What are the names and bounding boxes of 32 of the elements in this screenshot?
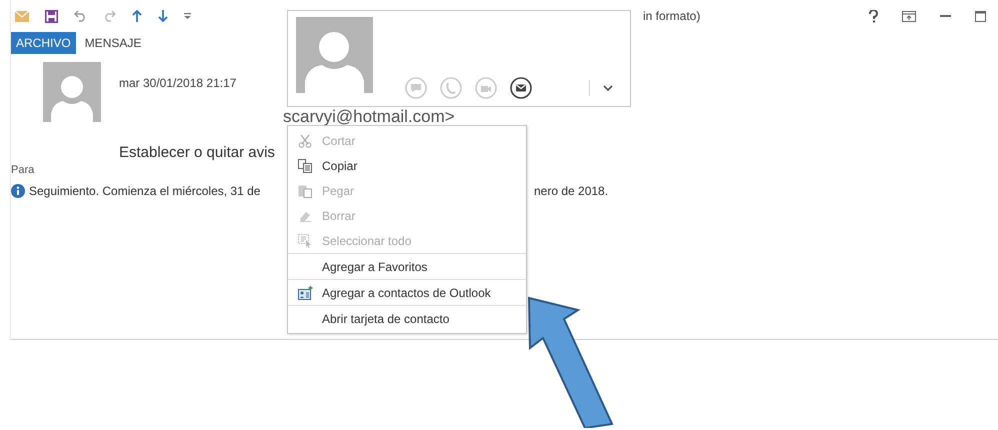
save-icon[interactable] (45, 10, 58, 22)
select-all-icon (298, 234, 312, 248)
add-contact-icon (298, 286, 312, 300)
copy-icon (298, 158, 312, 172)
chevron-down-icon[interactable] (603, 85, 613, 91)
sender-address[interactable]: scarvyi@hotmail.com> (283, 109, 455, 124)
to-label: Para (11, 164, 34, 176)
clipboard-icon (298, 184, 312, 198)
up-arrow-icon[interactable] (132, 10, 142, 22)
scissors-icon (298, 134, 312, 148)
message-date: mar 30/01/2018 21:17 (119, 76, 236, 90)
message-subject: Establecer o quitar avis (119, 144, 275, 161)
menu-item[interactable]: Agregar a Favoritos (288, 254, 526, 280)
info-icon (11, 184, 25, 198)
customize-icon[interactable] (184, 13, 191, 19)
follow-up-notice-end: nero de 2018. (534, 184, 610, 198)
maximize-icon[interactable] (975, 10, 986, 22)
menu-item[interactable]: Agregar a contactos de Outlook (288, 280, 526, 306)
ribbon-display-icon[interactable] (902, 10, 916, 22)
ribbon-tab[interactable]: MENSAJE (80, 32, 146, 54)
ribbon-tab[interactable]: ARCHIVO (11, 32, 76, 54)
menu-item[interactable]: Copiar (288, 153, 526, 178)
menu-item[interactable]: Abrir tarjeta de contacto (288, 306, 526, 331)
eraser-icon (298, 210, 312, 222)
down-arrow-icon[interactable] (158, 10, 168, 22)
follow-up-notice: Seguimiento. Comienza el miércoles, 31 de (29, 184, 260, 198)
undo-icon[interactable] (74, 10, 87, 22)
help-icon[interactable] (869, 10, 878, 22)
window-title: in formato) (643, 9, 700, 23)
avatar-silhouette-icon (43, 62, 101, 122)
mail-action-icon[interactable] (510, 77, 532, 99)
avatar-silhouette-icon (296, 17, 373, 93)
